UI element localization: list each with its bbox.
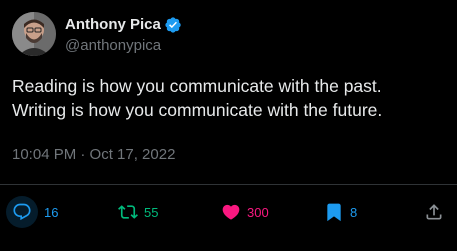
user-names: Anthony Pica @anthonypica xyxy=(65,15,182,54)
tweet-header: Anthony Pica @anthonypica xyxy=(12,12,182,56)
name-row: Anthony Pica xyxy=(65,15,182,35)
reply-icon xyxy=(6,196,38,228)
reply-button[interactable]: 16 xyxy=(6,196,59,228)
share-icon xyxy=(424,202,444,222)
heart-icon xyxy=(221,202,241,222)
retweet-button[interactable]: 55 xyxy=(118,196,158,228)
tweet-text: Reading is how you communicate with the … xyxy=(12,74,442,122)
bookmark-button[interactable]: 8 xyxy=(324,196,357,228)
avatar[interactable] xyxy=(12,12,56,56)
verified-badge-icon xyxy=(164,16,182,34)
action-bar: 16 55 300 8 xyxy=(0,196,457,228)
tweet-card: Anthony Pica @anthonypica Reading is how… xyxy=(0,0,457,251)
bookmark-icon xyxy=(324,202,344,222)
tweet-text-line: Reading is how you communicate with the … xyxy=(12,76,382,96)
tweet-timestamp[interactable]: 10:04 PM · Oct 17, 2022 xyxy=(12,146,175,163)
like-count: 300 xyxy=(247,204,269,220)
display-name[interactable]: Anthony Pica xyxy=(65,16,161,33)
tweet-text-line: Writing is how you communicate with the … xyxy=(12,100,383,120)
bookmark-count: 8 xyxy=(350,204,358,220)
user-handle[interactable]: @anthonypica xyxy=(65,37,182,54)
retweet-icon xyxy=(118,202,138,222)
avatar-image xyxy=(12,12,56,56)
retweet-count: 55 xyxy=(144,204,159,220)
reply-count: 16 xyxy=(44,204,59,220)
divider xyxy=(0,184,457,185)
like-button[interactable]: 300 xyxy=(221,196,269,228)
share-button[interactable] xyxy=(424,196,444,228)
